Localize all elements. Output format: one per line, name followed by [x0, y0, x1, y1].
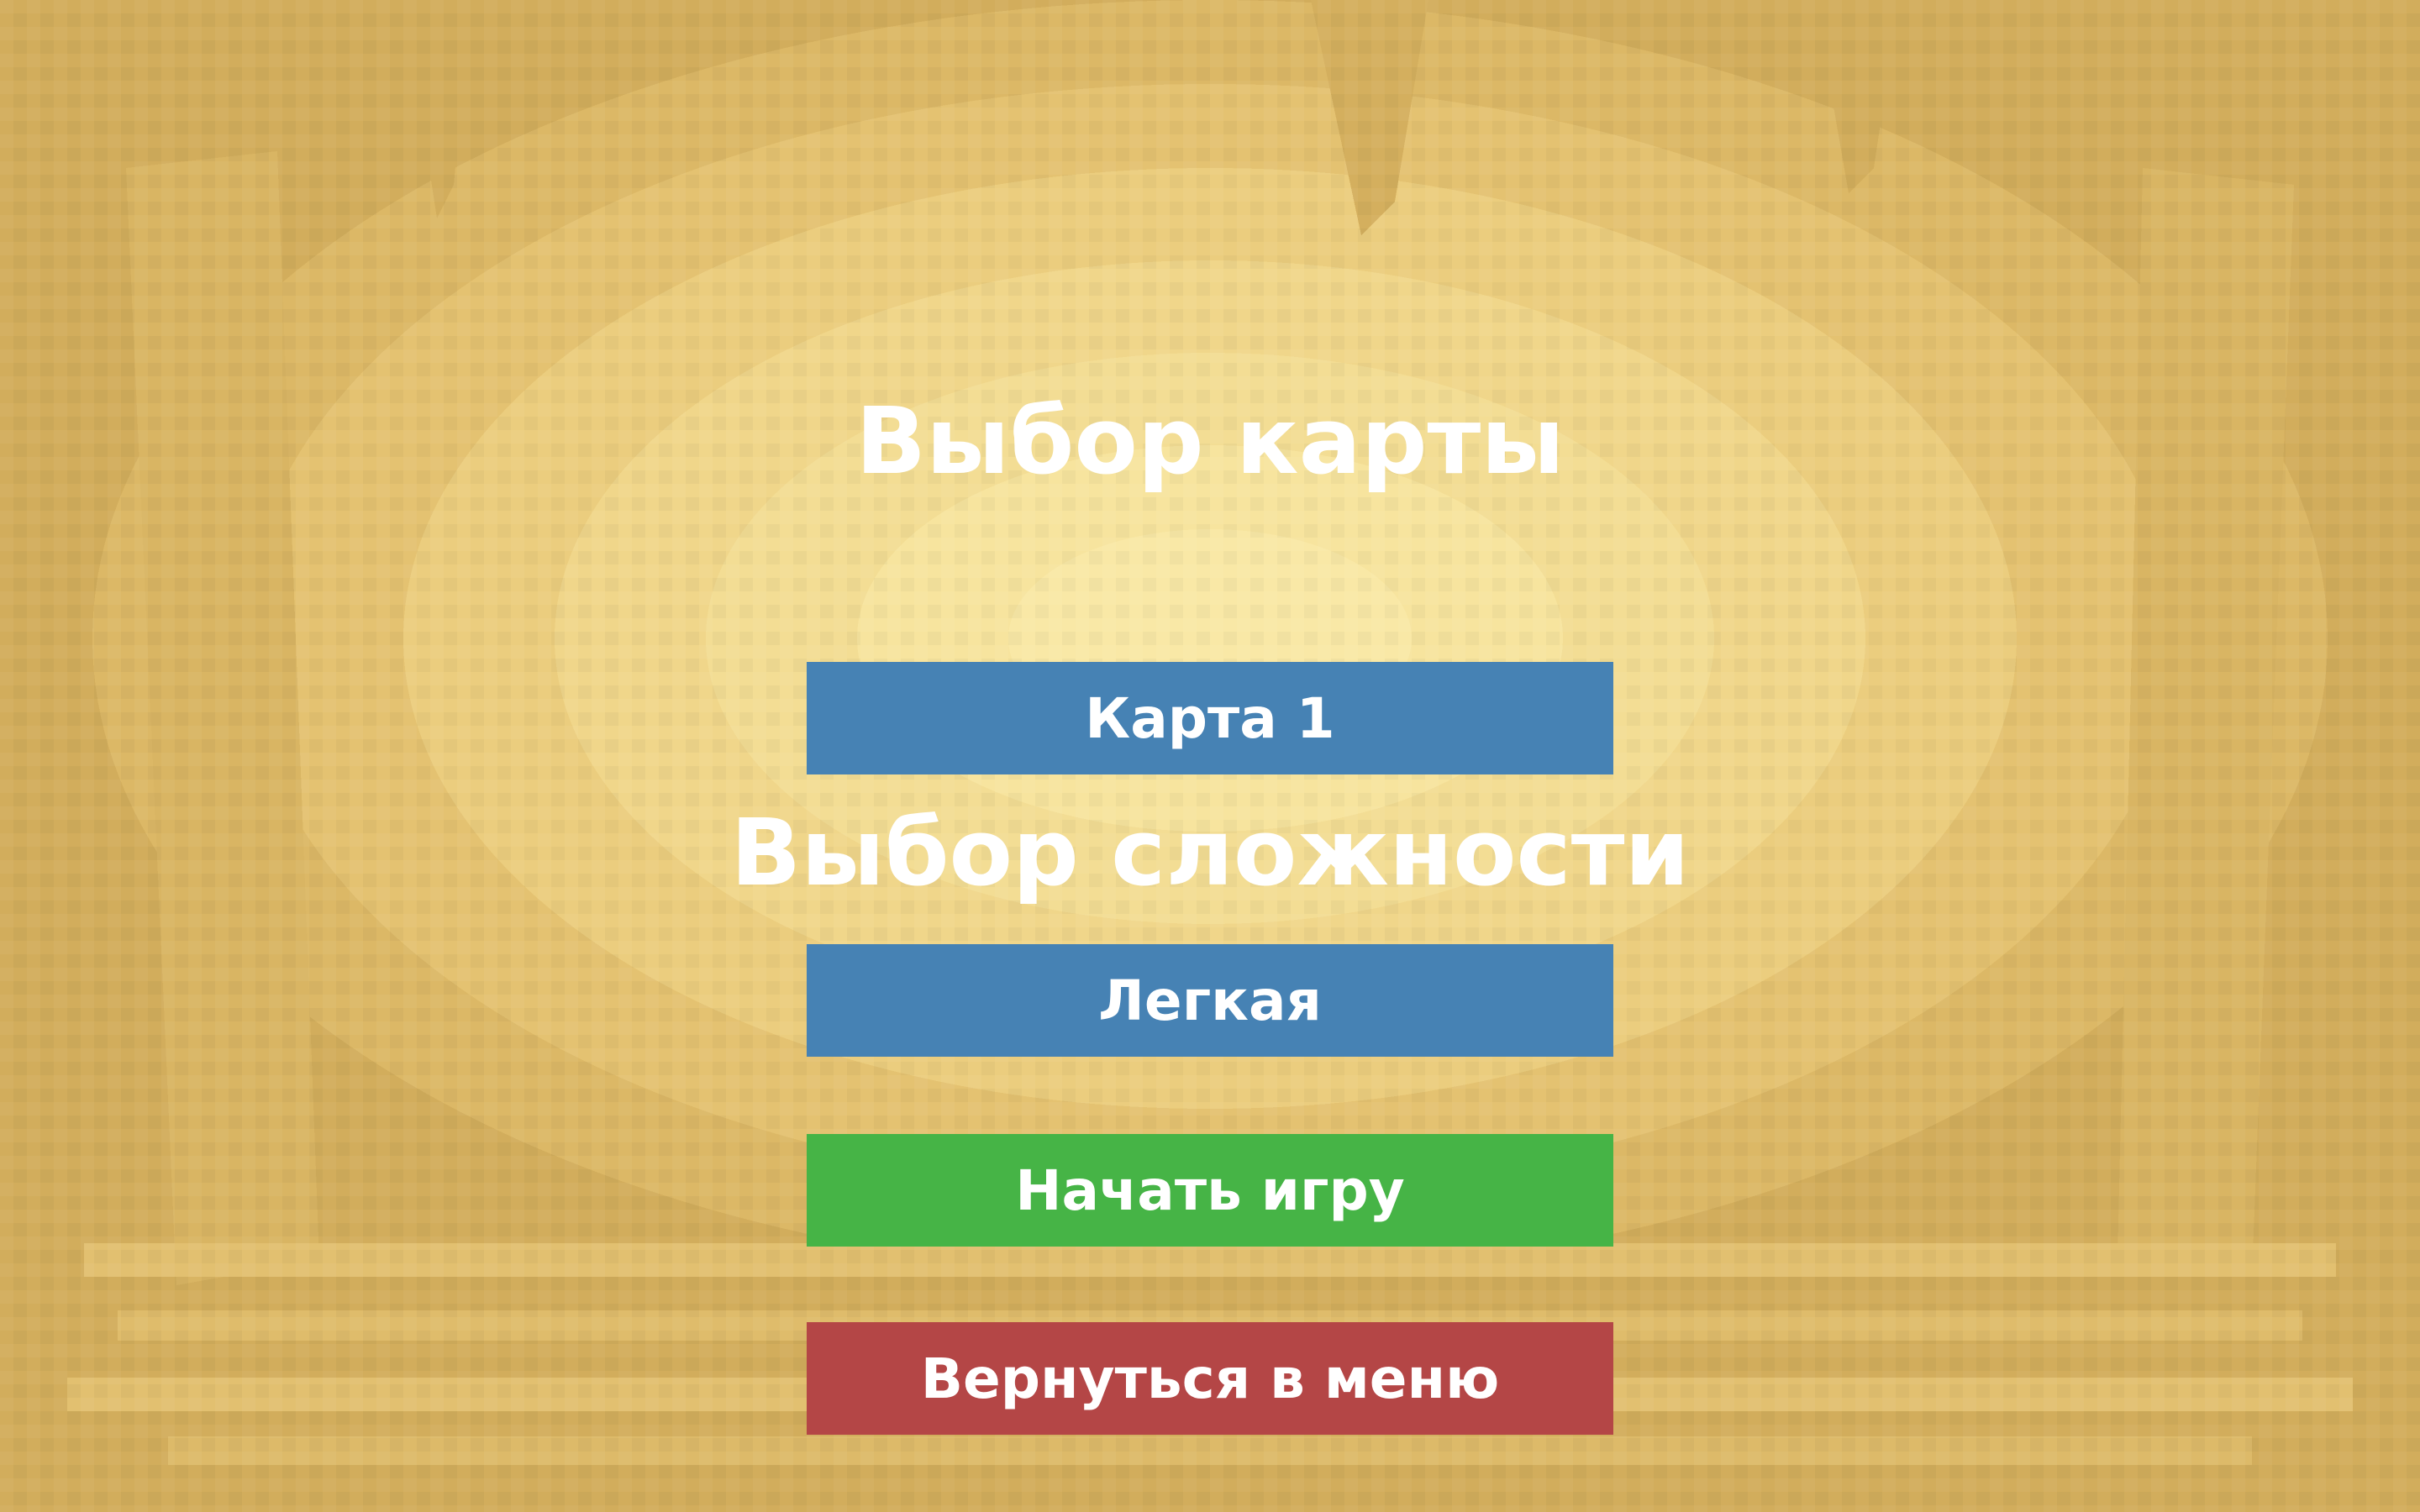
map-select-title: Выбор карты [855, 387, 1565, 495]
difficulty-select-button[interactable]: Легкая [807, 944, 1613, 1057]
start-game-button[interactable]: Начать игру [807, 1134, 1613, 1247]
map-select-button[interactable]: Карта 1 [807, 662, 1613, 774]
back-to-menu-button[interactable]: Вернуться в меню [807, 1322, 1613, 1435]
difficulty-select-title: Выбор сложности [730, 799, 1690, 906]
